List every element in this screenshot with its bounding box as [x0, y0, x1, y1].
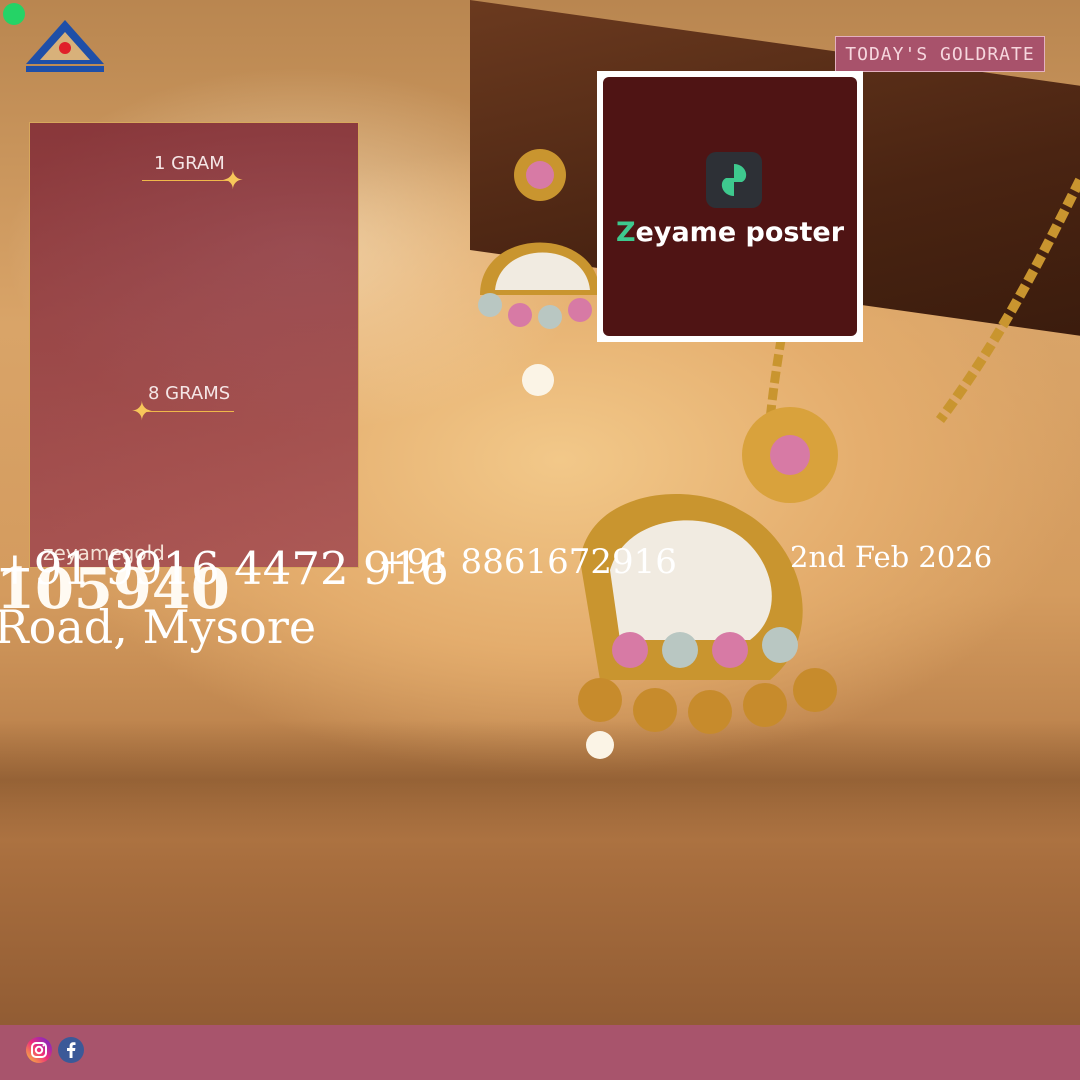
earring-illustration: [478, 149, 600, 396]
poster-brand-text: Zeyame poster: [603, 217, 857, 248]
bottom-bar: [0, 1025, 1080, 1080]
zeyame-logo-icon: [706, 152, 762, 208]
secondary-phone: +91 8861672916: [378, 542, 677, 582]
poster-inner: Zeyame poster: [603, 77, 857, 336]
sparkle-icon: ✦: [222, 166, 244, 196]
date-text: 2nd Feb 2026: [790, 540, 993, 574]
poster-brand-first: Z: [615, 217, 636, 248]
gold-price-card: [29, 122, 359, 568]
poster-brand-rest: eyame poster: [635, 217, 845, 248]
sparkle-icon: ✦: [131, 397, 153, 427]
one-gram-divider: [142, 180, 234, 181]
instagram-icon[interactable]: [26, 1037, 52, 1063]
todays-goldrate-button[interactable]: TODAY'S GOLDRATE: [835, 36, 1045, 72]
poster-placeholder: Zeyame poster: [597, 71, 863, 342]
pendant-illustration: [578, 407, 838, 759]
one-gram-label: 1 GRAM: [154, 153, 225, 174]
facebook-icon[interactable]: [58, 1037, 84, 1063]
eight-grams-label: 8 GRAMS: [148, 383, 231, 404]
eight-grams-divider: [142, 411, 234, 412]
brand-logo: [26, 20, 104, 72]
address-text: Road, Mysore: [0, 600, 317, 654]
